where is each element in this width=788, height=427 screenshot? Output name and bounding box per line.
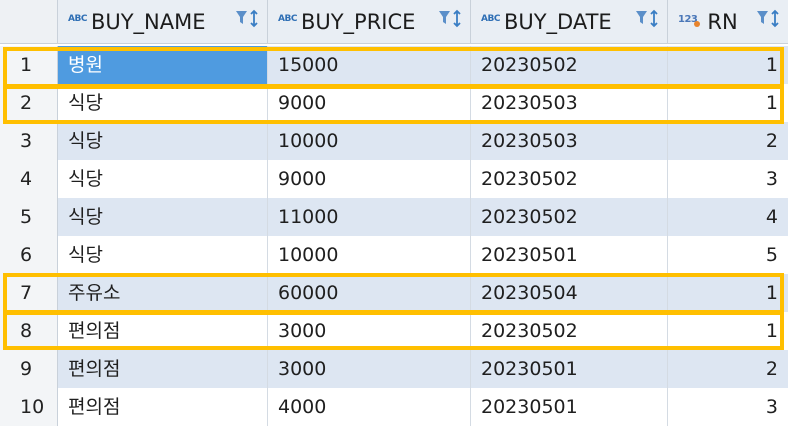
filter-sort-icon[interactable]	[438, 9, 464, 29]
row-number[interactable]: 8	[0, 312, 58, 350]
cell-buy-date[interactable]: 20230504	[471, 274, 668, 312]
cell-buy-name[interactable]: 식당	[58, 236, 268, 274]
cell-buy-price[interactable]: 4000	[268, 388, 471, 426]
cell-rn[interactable]: 1	[668, 84, 788, 122]
filter-sort-icon[interactable]	[635, 9, 661, 29]
cell-rn[interactable]: 3	[668, 160, 788, 198]
cell-rn[interactable]: 2	[668, 350, 788, 388]
row-number[interactable]: 6	[0, 236, 58, 274]
table-row[interactable]: 1 병원 15000 20230502 1	[0, 46, 788, 84]
cell-buy-name[interactable]: 편의점	[58, 350, 268, 388]
table-row[interactable]: 10 편의점 4000 20230501 3	[0, 388, 788, 426]
filter-sort-icon[interactable]	[235, 9, 261, 29]
cell-buy-date[interactable]: 20230501	[471, 350, 668, 388]
cell-buy-name[interactable]: 식당	[58, 198, 268, 236]
cell-buy-name[interactable]: 병원	[58, 46, 268, 84]
cell-buy-name[interactable]: 식당	[58, 160, 268, 198]
table-row[interactable]: 8 편의점 3000 20230502 1	[0, 312, 788, 350]
cell-buy-date[interactable]: 20230502	[471, 312, 668, 350]
table-row[interactable]: 6 식당 10000 20230501 5	[0, 236, 788, 274]
text-type-icon: ABC	[481, 14, 500, 24]
filter-sort-icon[interactable]	[756, 9, 782, 29]
cell-rn[interactable]: 2	[668, 122, 788, 160]
column-header-rn[interactable]: 123 RN	[668, 0, 788, 44]
cell-buy-price[interactable]: 11000	[268, 198, 471, 236]
cell-rn[interactable]: 1	[668, 274, 788, 312]
cell-buy-price[interactable]: 9000	[268, 84, 471, 122]
column-header-label: BUY_DATE	[503, 10, 612, 34]
cell-buy-price[interactable]: 3000	[268, 312, 471, 350]
cell-buy-name[interactable]: 편의점	[58, 312, 268, 350]
row-number[interactable]: 7	[0, 274, 58, 312]
number-type-icon: 123	[678, 14, 703, 27]
text-type-icon: ABC	[278, 14, 297, 24]
cell-buy-date[interactable]: 20230502	[471, 160, 668, 198]
grid-corner[interactable]	[0, 0, 58, 44]
table-row[interactable]: 7 주유소 60000 20230504 1	[0, 274, 788, 312]
cell-buy-price[interactable]: 9000	[268, 160, 471, 198]
cell-buy-name[interactable]: 식당	[58, 122, 268, 160]
table-row[interactable]: 5 식당 11000 20230502 4	[0, 198, 788, 236]
cell-rn[interactable]: 5	[668, 236, 788, 274]
cell-buy-name[interactable]: 식당	[58, 84, 268, 122]
cell-rn[interactable]: 1	[668, 46, 788, 84]
cell-buy-date[interactable]: 20230501	[471, 388, 668, 426]
row-number[interactable]: 10	[0, 388, 58, 426]
cell-buy-date[interactable]: 20230501	[471, 236, 668, 274]
column-header-buy-name[interactable]: ABC BUY_NAME	[58, 0, 268, 44]
column-header-label: BUY_NAME	[90, 10, 206, 34]
result-grid: ABC BUY_NAME ABC BUY_PRICE ABC BUY_DATE …	[0, 0, 788, 427]
column-header-buy-date[interactable]: ABC BUY_DATE	[471, 0, 668, 44]
cell-rn[interactable]: 4	[668, 198, 788, 236]
cell-rn[interactable]: 3	[668, 388, 788, 426]
cell-buy-price[interactable]: 15000	[268, 46, 471, 84]
cell-buy-price[interactable]: 60000	[268, 274, 471, 312]
cell-buy-name[interactable]: 편의점	[58, 388, 268, 426]
column-header-label: BUY_PRICE	[300, 10, 416, 34]
column-header-buy-price[interactable]: ABC BUY_PRICE	[268, 0, 471, 44]
table-row[interactable]: 9 편의점 3000 20230501 2	[0, 350, 788, 388]
cell-buy-name[interactable]: 주유소	[58, 274, 268, 312]
cell-buy-price[interactable]: 10000	[268, 236, 471, 274]
row-number[interactable]: 1	[0, 46, 58, 84]
row-number[interactable]: 5	[0, 198, 58, 236]
row-number[interactable]: 2	[0, 84, 58, 122]
table-row[interactable]: 2 식당 9000 20230503 1	[0, 84, 788, 122]
cell-buy-date[interactable]: 20230503	[471, 122, 668, 160]
row-number[interactable]: 9	[0, 350, 58, 388]
table-row[interactable]: 3 식당 10000 20230503 2	[0, 122, 788, 160]
row-number[interactable]: 3	[0, 122, 58, 160]
text-type-icon: ABC	[68, 14, 87, 24]
cell-rn[interactable]: 1	[668, 312, 788, 350]
cell-buy-date[interactable]: 20230503	[471, 84, 668, 122]
cell-buy-date[interactable]: 20230502	[471, 198, 668, 236]
cell-buy-price[interactable]: 3000	[268, 350, 471, 388]
cell-buy-date[interactable]: 20230502	[471, 46, 668, 84]
table-row[interactable]: 4 식당 9000 20230502 3	[0, 160, 788, 198]
column-header-label: RN	[707, 10, 738, 34]
row-number[interactable]: 4	[0, 160, 58, 198]
cell-buy-price[interactable]: 10000	[268, 122, 471, 160]
